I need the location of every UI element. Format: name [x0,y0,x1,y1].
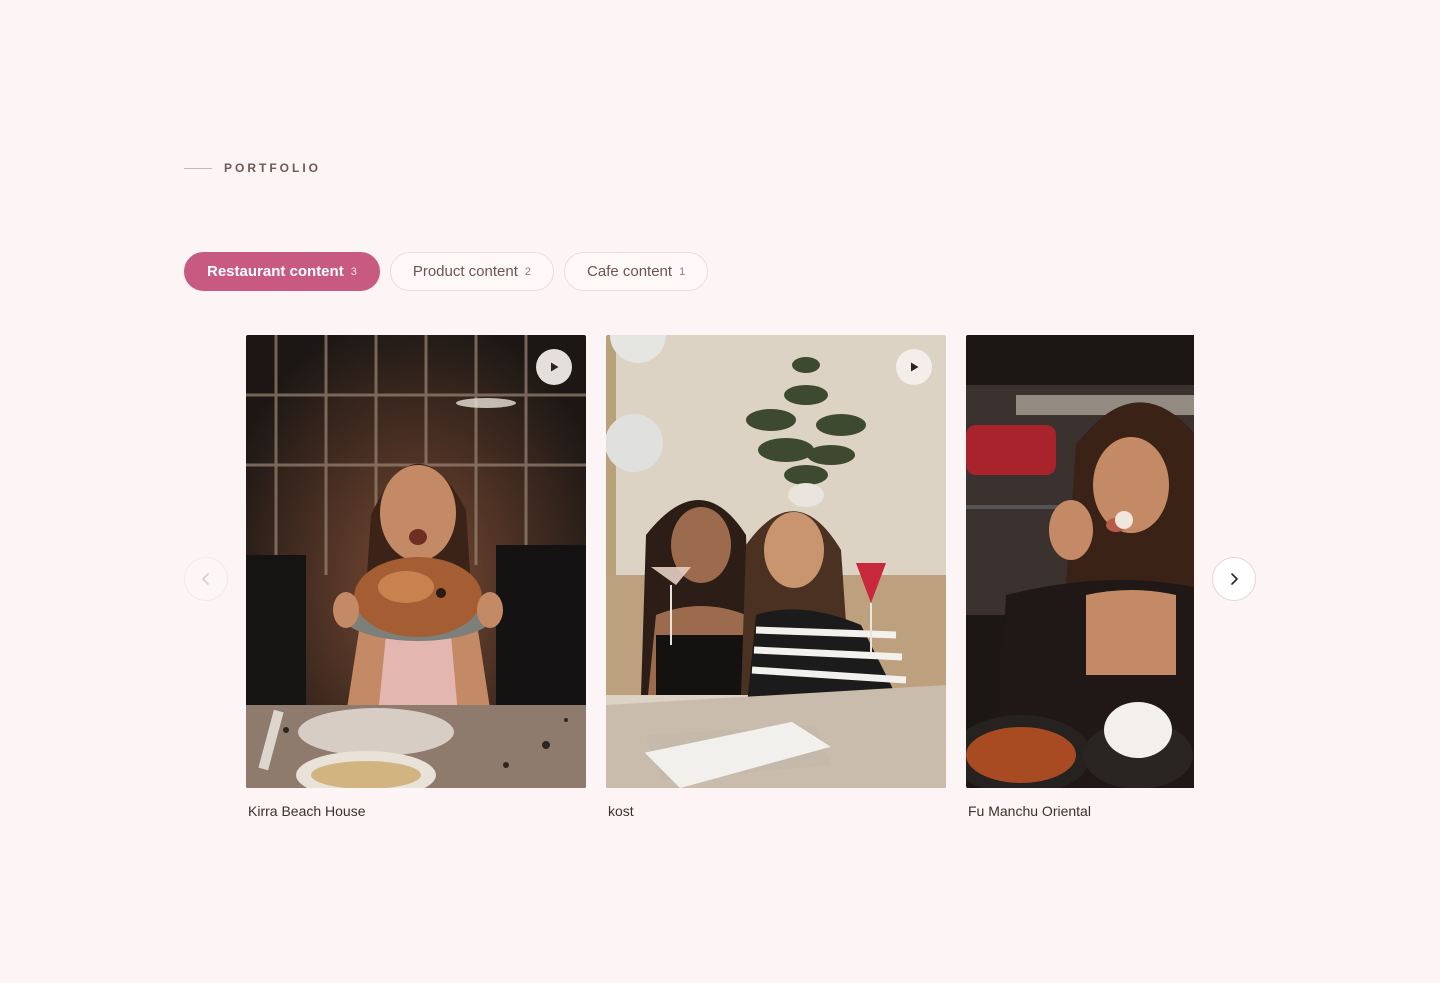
tab-label: Restaurant content [207,263,344,280]
chevron-right-icon [1231,573,1238,585]
portfolio-carousel[interactable]: Kirra Beach House kost Fu Manchu Orienta… [246,335,1194,835]
card-title[interactable]: Fu Manchu Oriental [968,803,1194,819]
eyebrow-label: PORTFOLIO [224,161,321,175]
tab-label: Cafe content [587,263,673,280]
carousel-next-button[interactable] [1212,557,1256,601]
card-video-thumbnail[interactable] [246,335,586,788]
card-thumbnail[interactable] [966,335,1194,788]
play-icon [911,362,919,372]
tab-label: Product content [412,263,518,280]
restaurant-photo [606,335,946,788]
carousel-prev-button[interactable] [184,557,228,601]
card-video-thumbnail[interactable] [606,335,946,788]
tab-count: 1 [679,265,686,278]
card-title[interactable]: Kirra Beach House [248,803,586,819]
tab-restaurant-content[interactable]: Restaurant content 3 [184,252,380,291]
tab-count: 3 [350,265,357,278]
restaurant-photo [246,335,586,788]
card-title[interactable]: kost [608,803,946,819]
portfolio-section: PORTFOLIO Restaurant content 3 Product c… [0,0,1440,983]
section-eyebrow: PORTFOLIO [184,161,321,175]
tab-count: 2 [524,265,532,278]
restaurant-photo [966,335,1194,788]
play-button[interactable] [536,349,572,385]
category-tabs: Restaurant content 3 Product content 2 C… [184,252,709,291]
play-icon [551,362,559,372]
tab-cafe-content[interactable]: Cafe content 1 [564,252,709,291]
portfolio-card[interactable]: Kirra Beach House [246,335,586,819]
play-button[interactable] [896,349,932,385]
portfolio-card[interactable]: Fu Manchu Oriental [966,335,1194,819]
eyebrow-rule [184,167,212,169]
chevron-left-icon [202,573,209,585]
tab-product-content[interactable]: Product content 2 [389,252,555,291]
portfolio-card[interactable]: kost [606,335,946,819]
